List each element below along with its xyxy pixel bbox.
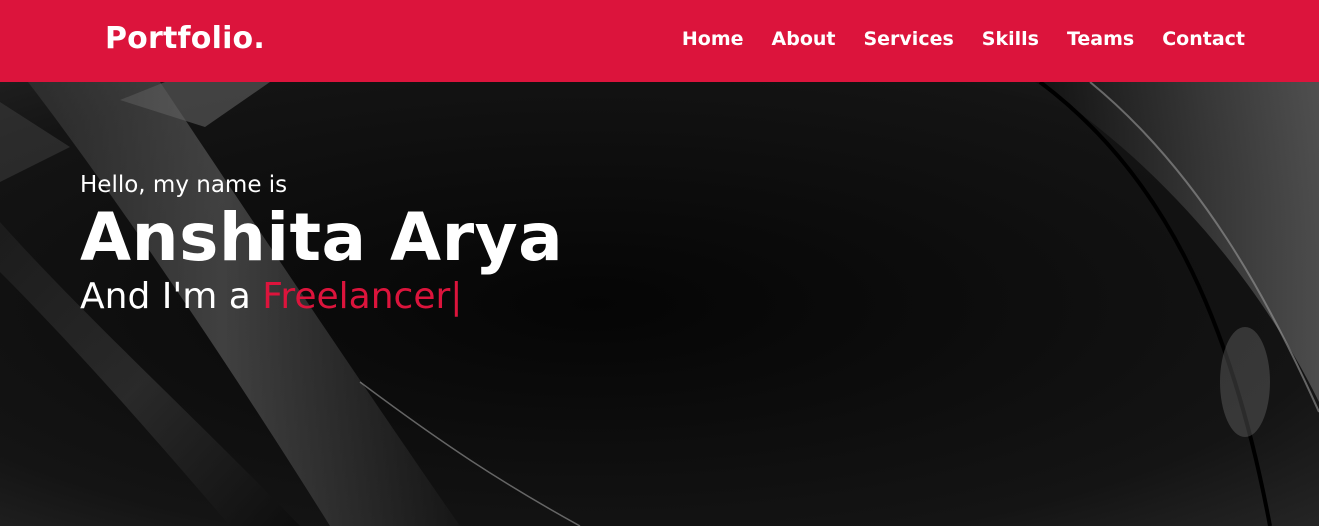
brand-dot: . xyxy=(253,21,265,56)
page: Portfolio. Home About Services Skills Te… xyxy=(0,0,1319,526)
hero-intro: Hello, my name is Anshita Arya And I'm a… xyxy=(80,172,563,317)
navbar: Portfolio. Home About Services Skills Te… xyxy=(0,0,1319,82)
main-nav: Home About Services Skills Teams Contact xyxy=(682,28,1245,50)
hero-name: Anshita Arya xyxy=(80,199,564,276)
hero-role: Freelancer xyxy=(262,276,451,317)
nav-link-services[interactable]: Services xyxy=(863,28,953,50)
nav-link-home[interactable]: Home xyxy=(682,28,744,50)
nav-link-teams[interactable]: Teams xyxy=(1067,28,1134,50)
nav-link-contact[interactable]: Contact xyxy=(1162,28,1245,50)
hero-role-prefix: And I'm a xyxy=(80,276,263,317)
hero-greeting: Hello, my name is xyxy=(80,172,288,198)
hero-role-line: And I'm a Freelancer| xyxy=(80,276,563,317)
typing-cursor: | xyxy=(450,276,463,317)
nav-link-about[interactable]: About xyxy=(772,28,836,50)
nav-link-skills[interactable]: Skills xyxy=(982,28,1039,50)
hero-section: Hello, my name is Anshita Arya And I'm a… xyxy=(0,82,1319,526)
brand-logo[interactable]: Portfolio. xyxy=(105,21,265,56)
brand-text: Portfolio xyxy=(105,21,254,56)
